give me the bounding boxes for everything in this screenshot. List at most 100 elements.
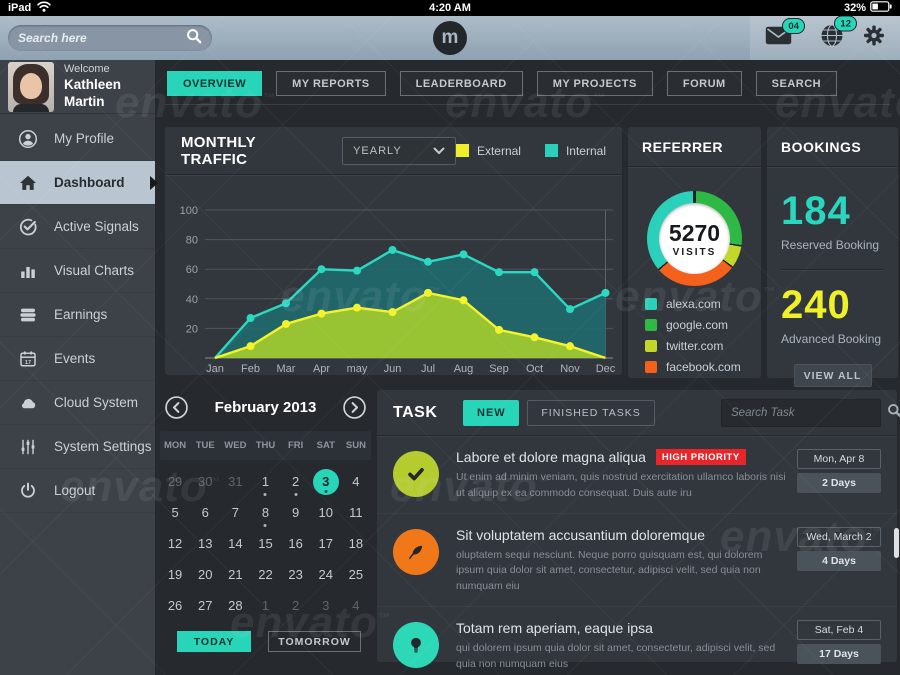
calendar-next-button[interactable] (343, 396, 366, 419)
sidebar-item-earnings[interactable]: Earnings (0, 293, 155, 337)
search-icon[interactable] (186, 28, 202, 49)
calendar-day[interactable]: 18 (341, 528, 371, 559)
task-row[interactable]: Labore et dolore magna aliquaHIGH PRIORI… (377, 436, 897, 514)
calendar-day[interactable]: 10 (311, 497, 341, 528)
sidebar-item-label: Events (54, 351, 95, 366)
calendar-day-number: 8 (252, 500, 278, 526)
network-button[interactable]: 12 (820, 24, 844, 53)
calendar-day[interactable]: 12 (160, 528, 190, 559)
sidebar-item-my-profile[interactable]: My Profile (0, 117, 155, 161)
scrollbar[interactable] (894, 528, 899, 558)
calendar-day[interactable]: 15 (250, 528, 280, 559)
calendar-day[interactable]: 24 (311, 559, 341, 590)
finished-tasks-button[interactable]: FINISHED TASKS (527, 400, 654, 426)
calendar-day[interactable]: 1 (250, 590, 280, 621)
sidebar-item-cloud-system[interactable]: Cloud System (0, 381, 155, 425)
task-body: Sit voluptatem accusantium doloremqueolu… (456, 527, 787, 595)
task-search-input[interactable] (731, 407, 887, 419)
calendar-day[interactable]: 16 (281, 528, 311, 559)
gear-icon (862, 35, 886, 52)
calendar-day[interactable]: 4 (341, 466, 371, 497)
task-list: Labore et dolore magna aliquaHIGH PRIORI… (377, 436, 897, 675)
calendar-month-title: February 2013 (215, 399, 317, 416)
legend-swatch (645, 319, 657, 331)
calendar-day[interactable]: 6 (190, 497, 220, 528)
sidebar-item-logout[interactable]: Logout (0, 469, 155, 513)
calendar-day[interactable]: 11 (341, 497, 371, 528)
calendar-day[interactable]: 26 (160, 590, 190, 621)
calendar-day[interactable]: 31 (220, 466, 250, 497)
legend-swatch (645, 361, 657, 373)
calendar-day[interactable]: 28 (220, 590, 250, 621)
today-button[interactable]: TODAY (177, 631, 251, 652)
calendar-day[interactable]: 2 (281, 466, 311, 497)
calendar-day-number: 15 (252, 531, 278, 557)
calendar-day[interactable]: 2 (281, 590, 311, 621)
tab-my-reports[interactable]: MY REPORTS (276, 71, 386, 96)
calendar-day[interactable]: 14 (220, 528, 250, 559)
sidebar-item-system-settings[interactable]: System Settings (0, 425, 155, 469)
calendar-icon: 17 (18, 349, 38, 369)
tab-my-projects[interactable]: MY PROJECTS (537, 71, 653, 96)
search-input[interactable] (18, 31, 186, 45)
sidebar: Welcome Kathleen Martin My ProfileDashbo… (0, 60, 155, 675)
calendar-day[interactable]: 8 (250, 497, 280, 528)
battery-icon (870, 1, 892, 15)
sidebar-item-visual-charts[interactable]: Visual Charts (0, 249, 155, 293)
tab-overview[interactable]: OVERVIEW (167, 71, 262, 96)
calendar-day[interactable]: 29 (160, 466, 190, 497)
calendar-day-number: 19 (162, 562, 188, 588)
calendar-prev-button[interactable] (165, 396, 188, 419)
calendar-day[interactable]: 27 (190, 590, 220, 621)
calendar-day[interactable]: 17 (311, 528, 341, 559)
calendar-day[interactable]: 22 (250, 559, 280, 590)
tab-leaderboard[interactable]: LEADERBOARD (400, 71, 523, 96)
calendar-day-number: 7 (222, 500, 248, 526)
home-icon (18, 173, 38, 193)
messages-button[interactable]: 04 (765, 26, 792, 50)
task-search[interactable] (721, 399, 881, 427)
calendar-day[interactable]: 4 (341, 590, 371, 621)
tab-forum[interactable]: FORUM (667, 71, 742, 96)
sidebar-item-dashboard[interactable]: Dashboard (0, 161, 155, 205)
bookings-panel: BOOKINGS 184 Reserved Booking 240 Advanc… (767, 127, 898, 378)
calendar-day-number: 2 (283, 593, 309, 619)
settings-button[interactable] (862, 24, 886, 53)
sidebar-item-events[interactable]: 17 Events (0, 337, 155, 381)
header-search[interactable] (8, 25, 212, 51)
svg-text:60: 60 (186, 264, 198, 276)
view-all-button[interactable]: VIEW ALL (794, 364, 872, 387)
period-dropdown[interactable]: YEARLY (342, 137, 456, 165)
calendar-day[interactable]: 20 (190, 559, 220, 590)
sidebar-item-active-signals[interactable]: Active Signals (0, 205, 155, 249)
new-task-button[interactable]: NEW (463, 400, 519, 426)
sidebar-item-label: Earnings (54, 307, 107, 322)
calendar-day-number: 20 (192, 562, 218, 588)
calendar-day[interactable]: 25 (341, 559, 371, 590)
task-title-row: Labore et dolore magna aliquaHIGH PRIORI… (456, 449, 787, 465)
calendar-day[interactable]: 7 (220, 497, 250, 528)
calendar-day[interactable]: 30 (190, 466, 220, 497)
calendar-day[interactable]: 9 (281, 497, 311, 528)
task-row[interactable]: Sit voluptatem accusantium doloremqueolu… (377, 514, 897, 607)
sidebar-item-label: System Settings (54, 439, 152, 454)
calendar-day[interactable]: 23 (281, 559, 311, 590)
traffic-title: MONTHLY TRAFFIC (181, 134, 320, 168)
calendar-day[interactable]: 3 (311, 466, 341, 497)
tomorrow-button[interactable]: TOMORROW (268, 631, 361, 652)
profile-card[interactable]: Welcome Kathleen Martin (0, 60, 155, 114)
calendar-day[interactable]: 21 (220, 559, 250, 590)
calendar-day[interactable]: 5 (160, 497, 190, 528)
calendar-day-number: 18 (343, 531, 369, 557)
calendar-day[interactable]: 1 (250, 466, 280, 497)
legend-label: twitter.com (666, 339, 723, 353)
calendar-day[interactable]: 13 (190, 528, 220, 559)
search-icon[interactable] (887, 403, 900, 423)
calendar-day[interactable]: 19 (160, 559, 190, 590)
envelope-icon (765, 32, 792, 49)
task-row[interactable]: Totam rem aperiam, eaque ipsaqui dolorem… (377, 607, 897, 675)
sliders-icon (18, 437, 38, 457)
tab-search[interactable]: SEARCH (756, 71, 837, 96)
calendar-day[interactable]: 3 (311, 590, 341, 621)
visits-label: VISITS (647, 247, 742, 258)
